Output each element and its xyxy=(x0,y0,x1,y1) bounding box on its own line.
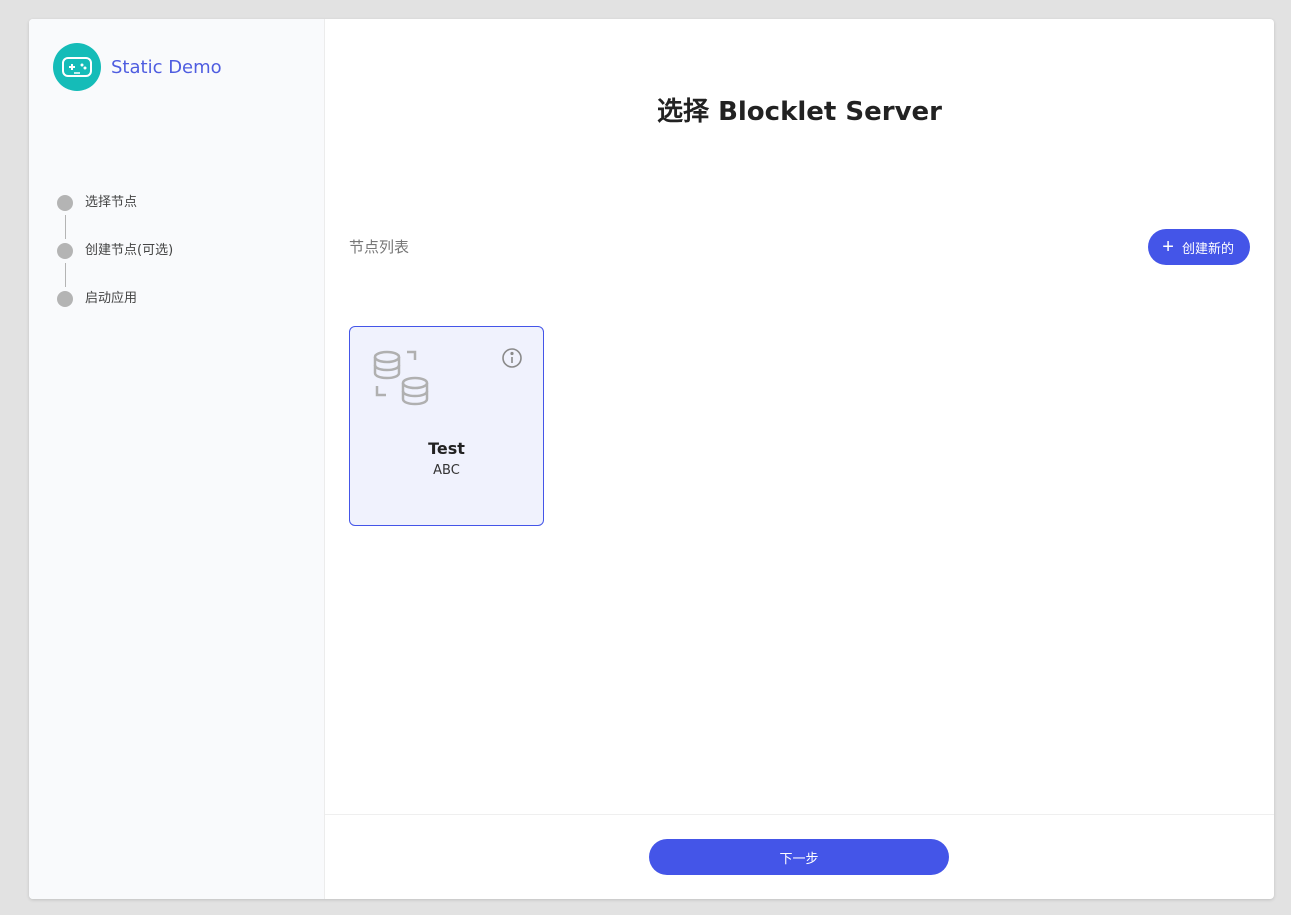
app-name: Static Demo xyxy=(111,56,222,78)
main-panel: 选择 Blocklet Server 节点列表 + 创建新的 Test ABC … xyxy=(325,19,1274,899)
step-list: 选择节点 创建节点(可选) 启动应用 xyxy=(57,193,173,337)
step-item: 选择节点 xyxy=(57,193,173,241)
node-name: Test xyxy=(428,439,465,458)
step-label: 创建节点(可选) xyxy=(85,243,174,258)
step-label: 启动应用 xyxy=(85,291,138,306)
step-item: 启动应用 xyxy=(57,289,173,337)
step-dot xyxy=(57,195,73,211)
gamepad-icon xyxy=(53,43,101,91)
app-window: Static Demo 选择节点 创建节点(可选) 启动应用 选择 Blockl… xyxy=(29,19,1274,899)
step-item: 创建节点(可选) xyxy=(57,241,173,289)
sidebar: Static Demo 选择节点 创建节点(可选) 启动应用 xyxy=(29,19,325,899)
step-label: 选择节点 xyxy=(85,195,138,210)
brand: Static Demo xyxy=(53,43,222,91)
step-dot xyxy=(57,291,73,307)
create-new-label: 创建新的 xyxy=(1181,240,1234,256)
footer-bar: 下一步 xyxy=(325,814,1274,899)
node-description: ABC xyxy=(433,463,460,478)
node-list-label: 节点列表 xyxy=(349,238,410,256)
node-card[interactable]: Test ABC xyxy=(349,326,544,526)
create-new-button[interactable]: + 创建新的 xyxy=(1148,229,1250,265)
step-dot xyxy=(57,243,73,259)
step-connector xyxy=(65,263,66,287)
info-icon[interactable] xyxy=(501,347,523,373)
step-connector xyxy=(65,215,66,239)
next-step-button[interactable]: 下一步 xyxy=(649,839,949,875)
page-title: 选择 Blocklet Server xyxy=(657,97,942,127)
plus-icon: + xyxy=(1162,236,1174,258)
database-sync-icon xyxy=(372,349,432,413)
